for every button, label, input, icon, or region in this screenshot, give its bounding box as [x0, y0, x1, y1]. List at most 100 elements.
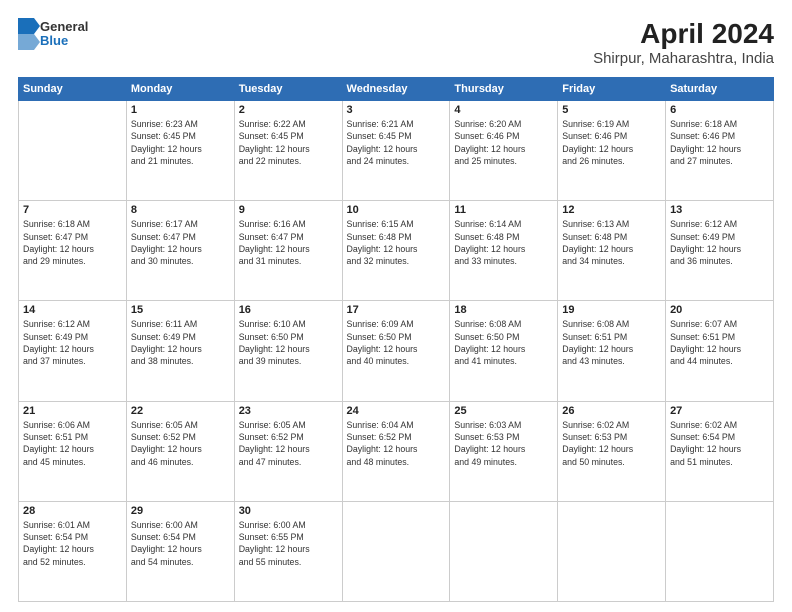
day-info: Sunrise: 6:02 AM Sunset: 6:54 PM Dayligh…	[670, 419, 769, 468]
calendar-cell: 27 Sunrise: 6:02 AM Sunset: 6:54 PM Dayli…	[666, 401, 774, 501]
day-info: Sunrise: 6:15 AM Sunset: 6:48 PM Dayligh…	[347, 218, 446, 267]
day-info: Sunrise: 6:10 AM Sunset: 6:50 PM Dayligh…	[239, 318, 338, 367]
day-number: 24	[347, 405, 446, 417]
day-number: 20	[670, 304, 769, 316]
calendar-cell: 3 Sunrise: 6:21 AM Sunset: 6:45 PM Daylig…	[342, 101, 450, 201]
day-info: Sunrise: 6:20 AM Sunset: 6:46 PM Dayligh…	[454, 118, 553, 167]
calendar-header-row: SundayMondayTuesdayWednesdayThursdayFrid…	[19, 78, 774, 101]
calendar-cell: 11 Sunrise: 6:14 AM Sunset: 6:48 PM Dayli…	[450, 201, 558, 301]
calendar-cell: 15Sunrise: 6:11 AM Sunset: 6:49 PM Dayli…	[126, 301, 234, 401]
day-info: Sunrise: 6:09 AM Sunset: 6:50 PM Dayligh…	[347, 318, 446, 367]
day-number: 1	[131, 104, 230, 116]
calendar-cell: 30 Sunrise: 6:00 AM Sunset: 6:55 PM Dayli…	[234, 501, 342, 601]
day-number: 3	[347, 104, 446, 116]
day-info: Sunrise: 6:21 AM Sunset: 6:45 PM Dayligh…	[347, 118, 446, 167]
day-info: Sunrise: 6:14 AM Sunset: 6:48 PM Dayligh…	[454, 218, 553, 267]
day-number: 8	[131, 204, 230, 216]
calendar-cell: 18 Sunrise: 6:08 AM Sunset: 6:50 PM Dayli…	[450, 301, 558, 401]
calendar-cell: 14Sunrise: 6:12 AM Sunset: 6:49 PM Dayli…	[19, 301, 127, 401]
day-info: Sunrise: 6:13 AM Sunset: 6:48 PM Dayligh…	[562, 218, 661, 267]
day-info: Sunrise: 6:22 AM Sunset: 6:45 PM Dayligh…	[239, 118, 338, 167]
day-number: 9	[239, 204, 338, 216]
day-info: Sunrise: 6:01 AM Sunset: 6:54 PM Dayligh…	[23, 519, 122, 568]
header: General Blue April 2024 Shirpur, Maharas…	[18, 18, 774, 67]
day-number: 13	[670, 204, 769, 216]
day-number: 25	[454, 405, 553, 417]
title-block: April 2024 Shirpur, Maharashtra, India	[593, 18, 774, 67]
calendar-cell: 6 Sunrise: 6:18 AM Sunset: 6:46 PM Daylig…	[666, 101, 774, 201]
day-info: Sunrise: 6:03 AM Sunset: 6:53 PM Dayligh…	[454, 419, 553, 468]
day-info: Sunrise: 6:08 AM Sunset: 6:51 PM Dayligh…	[562, 318, 661, 367]
day-number: 5	[562, 104, 661, 116]
calendar-header-wednesday: Wednesday	[342, 78, 450, 101]
day-number: 23	[239, 405, 338, 417]
day-number: 29	[131, 505, 230, 517]
calendar-cell	[666, 501, 774, 601]
calendar-cell: 24 Sunrise: 6:04 AM Sunset: 6:52 PM Dayli…	[342, 401, 450, 501]
day-info: Sunrise: 6:17 AM Sunset: 6:47 PM Dayligh…	[131, 218, 230, 267]
day-number: 15	[131, 304, 230, 316]
calendar: SundayMondayTuesdayWednesdayThursdayFrid…	[18, 77, 774, 602]
day-info: Sunrise: 6:06 AM Sunset: 6:51 PM Dayligh…	[23, 419, 122, 468]
day-number: 27	[670, 405, 769, 417]
day-info: Sunrise: 6:00 AM Sunset: 6:54 PM Dayligh…	[131, 519, 230, 568]
calendar-cell: 28 Sunrise: 6:01 AM Sunset: 6:54 PM Dayli…	[19, 501, 127, 601]
day-number: 22	[131, 405, 230, 417]
day-number: 7	[23, 204, 122, 216]
calendar-cell: 26 Sunrise: 6:02 AM Sunset: 6:53 PM Dayli…	[558, 401, 666, 501]
calendar-cell: 4 Sunrise: 6:20 AM Sunset: 6:46 PM Daylig…	[450, 101, 558, 201]
calendar-header-saturday: Saturday	[666, 78, 774, 101]
day-info: Sunrise: 6:18 AM Sunset: 6:47 PM Dayligh…	[23, 218, 122, 267]
logo-line2: Blue	[40, 34, 88, 48]
calendar-cell: 7 Sunrise: 6:18 AM Sunset: 6:47 PM Daylig…	[19, 201, 127, 301]
page-title: April 2024	[593, 18, 774, 50]
day-info: Sunrise: 6:00 AM Sunset: 6:55 PM Dayligh…	[239, 519, 338, 568]
calendar-cell: 10 Sunrise: 6:15 AM Sunset: 6:48 PM Dayli…	[342, 201, 450, 301]
day-info: Sunrise: 6:05 AM Sunset: 6:52 PM Dayligh…	[131, 419, 230, 468]
calendar-cell	[19, 101, 127, 201]
calendar-cell: 17Sunrise: 6:09 AM Sunset: 6:50 PM Dayli…	[342, 301, 450, 401]
calendar-cell: 19 Sunrise: 6:08 AM Sunset: 6:51 PM Dayli…	[558, 301, 666, 401]
week-row-2: 7 Sunrise: 6:18 AM Sunset: 6:47 PM Daylig…	[19, 201, 774, 301]
day-number: 28	[23, 505, 122, 517]
logo-text: General Blue	[40, 20, 88, 49]
day-number: 30	[239, 505, 338, 517]
calendar-cell: 29 Sunrise: 6:00 AM Sunset: 6:54 PM Dayli…	[126, 501, 234, 601]
calendar-cell: 20 Sunrise: 6:07 AM Sunset: 6:51 PM Dayli…	[666, 301, 774, 401]
calendar-cell: 2 Sunrise: 6:22 AM Sunset: 6:45 PM Daylig…	[234, 101, 342, 201]
day-info: Sunrise: 6:18 AM Sunset: 6:46 PM Dayligh…	[670, 118, 769, 167]
day-number: 26	[562, 405, 661, 417]
calendar-cell: 23Sunrise: 6:05 AM Sunset: 6:52 PM Dayli…	[234, 401, 342, 501]
logo: General Blue	[18, 18, 88, 50]
day-number: 19	[562, 304, 661, 316]
day-info: Sunrise: 6:08 AM Sunset: 6:50 PM Dayligh…	[454, 318, 553, 367]
calendar-header-friday: Friday	[558, 78, 666, 101]
day-info: Sunrise: 6:23 AM Sunset: 6:45 PM Dayligh…	[131, 118, 230, 167]
calendar-cell: 5Sunrise: 6:19 AM Sunset: 6:46 PM Daylig…	[558, 101, 666, 201]
day-number: 6	[670, 104, 769, 116]
day-info: Sunrise: 6:04 AM Sunset: 6:52 PM Dayligh…	[347, 419, 446, 468]
day-info: Sunrise: 6:16 AM Sunset: 6:47 PM Dayligh…	[239, 218, 338, 267]
calendar-cell: 13Sunrise: 6:12 AM Sunset: 6:49 PM Dayli…	[666, 201, 774, 301]
day-number: 11	[454, 204, 553, 216]
day-number: 18	[454, 304, 553, 316]
logo-icon	[18, 18, 40, 50]
week-row-1: 1 Sunrise: 6:23 AM Sunset: 6:45 PM Daylig…	[19, 101, 774, 201]
page-subtitle: Shirpur, Maharashtra, India	[593, 50, 774, 67]
calendar-cell: 21Sunrise: 6:06 AM Sunset: 6:51 PM Dayli…	[19, 401, 127, 501]
day-number: 14	[23, 304, 122, 316]
day-number: 2	[239, 104, 338, 116]
day-number: 16	[239, 304, 338, 316]
logo-line1: General	[40, 20, 88, 34]
calendar-cell: 1 Sunrise: 6:23 AM Sunset: 6:45 PM Daylig…	[126, 101, 234, 201]
calendar-cell: 9 Sunrise: 6:16 AM Sunset: 6:47 PM Daylig…	[234, 201, 342, 301]
day-number: 10	[347, 204, 446, 216]
calendar-cell	[558, 501, 666, 601]
calendar-cell: 12Sunrise: 6:13 AM Sunset: 6:48 PM Dayli…	[558, 201, 666, 301]
calendar-cell: 22 Sunrise: 6:05 AM Sunset: 6:52 PM Dayli…	[126, 401, 234, 501]
day-info: Sunrise: 6:02 AM Sunset: 6:53 PM Dayligh…	[562, 419, 661, 468]
day-number: 4	[454, 104, 553, 116]
calendar-header-monday: Monday	[126, 78, 234, 101]
calendar-cell	[450, 501, 558, 601]
day-info: Sunrise: 6:07 AM Sunset: 6:51 PM Dayligh…	[670, 318, 769, 367]
